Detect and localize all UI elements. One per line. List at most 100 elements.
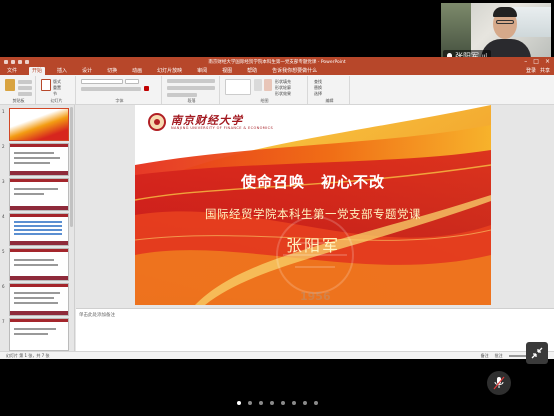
group-label: 幻灯片 — [50, 98, 63, 103]
group-clipboard: 剪贴板 — [2, 76, 36, 104]
page-dot[interactable] — [247, 401, 252, 405]
save-icon[interactable] — [4, 59, 8, 64]
tab-design[interactable]: 设计 — [79, 67, 95, 75]
group-label: 字体 — [115, 98, 124, 103]
slide-thumbnail-preview — [9, 283, 69, 316]
page-dot[interactable] — [280, 401, 285, 405]
paste-icon[interactable] — [5, 79, 15, 91]
participant-glasses — [496, 20, 514, 24]
slide-number: 4 — [2, 214, 5, 219]
page-dot[interactable] — [258, 401, 263, 405]
font-size-select[interactable] — [125, 79, 139, 84]
cut-button[interactable] — [18, 80, 32, 84]
participant-video-tile[interactable]: 张阳军 ııl — [441, 3, 551, 65]
redo-icon[interactable] — [18, 59, 22, 64]
maximize-button[interactable]: □ — [533, 58, 539, 65]
background-window — [511, 7, 551, 37]
slide-speaker-name: 张阳军 — [285, 236, 340, 255]
copy-button[interactable] — [18, 86, 32, 90]
tell-me-search[interactable]: 告诉我你想要做什么 — [269, 67, 320, 75]
page-dot[interactable] — [269, 401, 274, 405]
workspace: 1 2 3 4 5 6 7 南京财经大学 NANJING UNIVERSITY … — [0, 105, 554, 351]
group-label: 编辑 — [325, 98, 334, 103]
slide-subtitle: 国际经贸学院本科生第一党支部专题党课 — [205, 207, 421, 221]
group-paragraph: 段落 — [164, 76, 220, 104]
mute-mic-button[interactable] — [487, 371, 511, 395]
tab-review[interactable]: 审阅 — [194, 67, 210, 75]
university-seal-logo — [148, 113, 166, 131]
exit-fullscreen-button[interactable] — [526, 342, 548, 364]
minimize-button[interactable]: – — [524, 58, 527, 65]
status-bar: 幻灯片 第 1 张，共 7 张 备注 批注 + — [0, 351, 554, 359]
shapes-gallery[interactable] — [225, 79, 251, 95]
tab-help[interactable]: 帮助 — [244, 67, 260, 75]
font-name-select[interactable] — [81, 79, 123, 84]
tab-home[interactable]: 开始 — [29, 67, 46, 75]
font-color-icon[interactable] — [144, 86, 149, 91]
slide-thumbnail[interactable]: 4 — [2, 213, 72, 246]
slide-number: 2 — [2, 144, 5, 149]
slide-thumbnail[interactable]: 7 — [2, 318, 72, 351]
tab-view[interactable]: 视图 — [219, 67, 235, 75]
powerpoint-window: 南京财经大学国际经贸学院本科生第一党支部专题党课 - PowerPoint – … — [0, 57, 554, 359]
new-slide-icon[interactable] — [41, 79, 51, 91]
shape-effect-button[interactable]: 形状效果 — [275, 91, 291, 97]
format-painter-button[interactable] — [18, 92, 32, 96]
group-drawing: 形状填充 形状轮廓 形状效果 绘图 — [222, 76, 308, 104]
notes-placeholder: 单击此处添加备注 — [79, 313, 115, 318]
slide-thumbnail-preview — [9, 318, 69, 351]
tab-slideshow[interactable]: 幻灯片放映 — [154, 67, 185, 75]
align-buttons[interactable] — [167, 86, 215, 90]
undo-icon[interactable] — [11, 59, 15, 64]
slide-number: 7 — [2, 319, 5, 324]
group-label: 段落 — [187, 98, 196, 103]
close-button[interactable]: × — [545, 58, 550, 65]
slide-thumbnail[interactable]: 1 — [2, 108, 72, 141]
notes-pane[interactable]: 单击此处添加备注 — [76, 308, 554, 351]
arrange-icon[interactable] — [254, 79, 262, 91]
ribbon: 剪贴板 版式 重置 节 幻灯片 字体 段落 形状填充 形状轮廓 形状效果 绘图 … — [0, 75, 554, 105]
slide-title: 使命召唤 初心不改 — [240, 173, 385, 191]
current-slide[interactable]: 南京财经大学 NANJING UNIVERSITY OF FINANCE & E… — [135, 105, 491, 305]
tab-file[interactable]: 文件 — [4, 67, 20, 75]
slide-thumbnail-preview — [9, 108, 69, 141]
window-controls: – □ × — [524, 58, 550, 65]
page-dot[interactable] — [291, 401, 296, 405]
comments-toggle-button[interactable]: 批注 — [495, 353, 503, 359]
slide-thumbnail-preview — [9, 248, 69, 281]
group-editing: 查找 替换 选择 编辑 — [310, 76, 350, 104]
select-button[interactable]: 选择 — [314, 91, 322, 97]
slide-thumbnail[interactable]: 2 — [2, 143, 72, 176]
tab-animations[interactable]: 动画 — [129, 67, 145, 75]
participant-hair — [493, 7, 517, 17]
slide-thumbnail-preview — [9, 213, 69, 246]
slide-thumbnail-preview — [9, 143, 69, 176]
slide-thumbnail[interactable]: 6 — [2, 283, 72, 316]
tab-transitions[interactable]: 切换 — [104, 67, 120, 75]
text-direction-button[interactable] — [167, 93, 197, 97]
notes-toggle-button[interactable]: 备注 — [481, 353, 489, 359]
group-slides: 版式 重置 节 幻灯片 — [38, 76, 76, 104]
slide-thumbnail-preview — [9, 178, 69, 211]
microphone-muted-icon — [493, 376, 505, 390]
page-dot[interactable] — [302, 401, 307, 405]
page-dot[interactable] — [236, 401, 241, 405]
slide-thumbnail[interactable]: 3 — [2, 178, 72, 211]
list-buttons[interactable] — [167, 79, 215, 83]
share-button[interactable]: 共享 — [540, 67, 550, 74]
page-dot[interactable] — [313, 401, 318, 405]
slide-thumbnails-pane: 1 2 3 4 5 6 7 — [0, 105, 75, 351]
slide-thumbnail[interactable]: 5 — [2, 248, 72, 281]
start-slideshow-icon[interactable] — [25, 59, 29, 64]
quick-styles-icon[interactable] — [264, 79, 272, 91]
sign-in-link[interactable]: 登录 — [526, 67, 536, 74]
tab-insert[interactable]: 插入 — [54, 67, 70, 75]
slide-number: 6 — [2, 284, 5, 289]
slide-counter: 幻灯片 第 1 张，共 7 张 — [6, 353, 50, 358]
meeting-stage: 张阳军 ııl 南京财经大学国际经贸学院本科生第一党支部专题党课 - Power… — [0, 0, 554, 416]
section-button[interactable]: 节 — [53, 91, 57, 97]
page-indicator — [0, 401, 554, 405]
slide-editing-area: 南京财经大学 NANJING UNIVERSITY OF FINANCE & E… — [76, 105, 554, 307]
collapse-icon — [531, 347, 543, 359]
font-format-buttons[interactable] — [81, 87, 141, 91]
